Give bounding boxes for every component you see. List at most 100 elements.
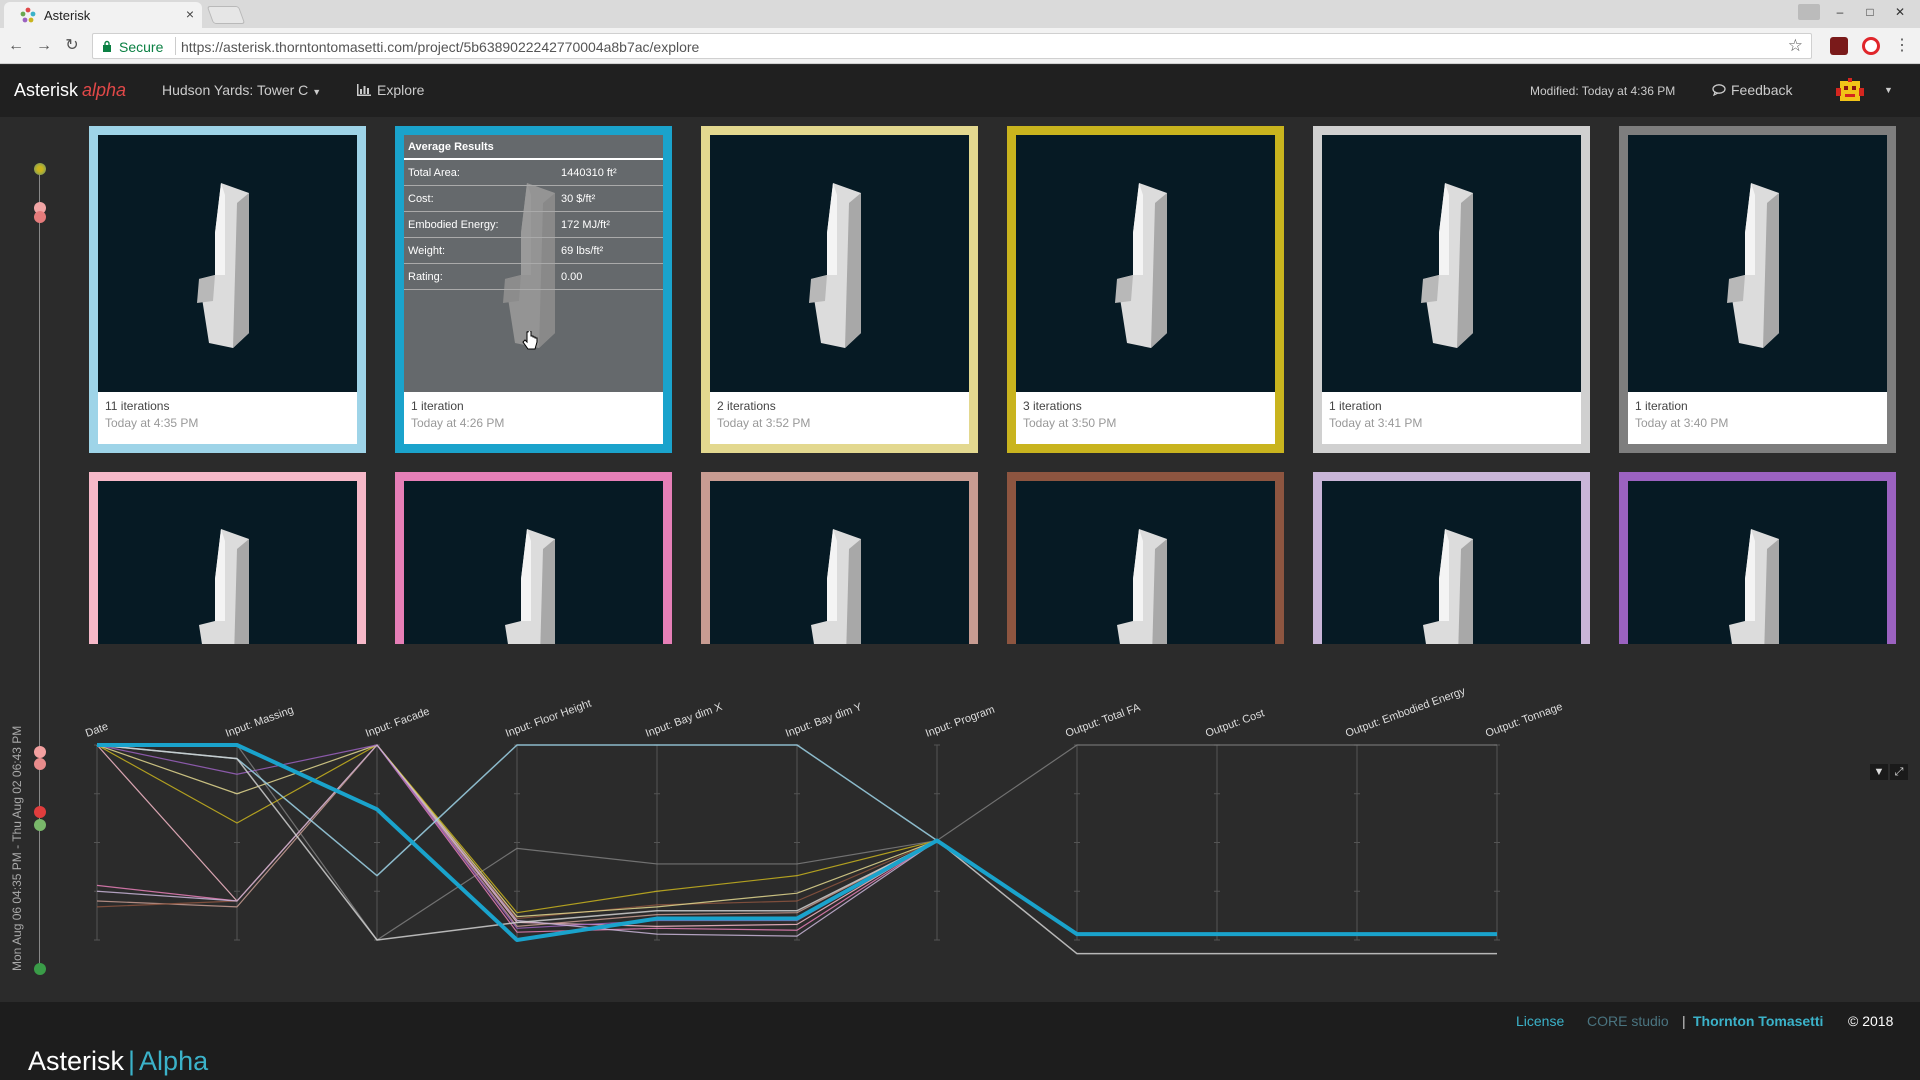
brand-bar: Asterisk | Alpha xyxy=(0,1040,1920,1080)
asterisk-favicon-icon xyxy=(20,7,36,23)
average-results-tooltip: Average Results Total Area: 1440310 ft² … xyxy=(404,135,663,392)
browser-tab[interactable]: Asterisk × xyxy=(4,2,202,28)
timeline-marker[interactable] xyxy=(34,163,46,175)
profile-icon[interactable] xyxy=(1798,4,1820,20)
comment-icon xyxy=(1712,84,1726,96)
result-value: 0.00 xyxy=(561,271,583,283)
design-card[interactable] xyxy=(1313,472,1590,644)
tower-model-icon xyxy=(1117,529,1167,644)
design-card[interactable]: 2 iterations Today at 3:52 PM xyxy=(701,126,978,453)
forward-icon[interactable]: → xyxy=(34,36,54,56)
axis-label: Input: Bay dim X xyxy=(644,701,725,740)
app-header: Asterisk alpha Hudson Yards: Tower C ▼ Exp… xyxy=(0,65,1920,117)
feedback-link[interactable]: Feedback xyxy=(1712,82,1792,98)
maximize-icon[interactable]: □ xyxy=(1860,4,1880,20)
chevron-down-icon: ▼ xyxy=(312,87,322,97)
result-value: 69 lbs/ft² xyxy=(561,245,604,257)
result-row: Total Area: 1440310 ft² xyxy=(404,160,663,186)
building-thumbnail xyxy=(98,481,357,644)
back-icon[interactable]: ← xyxy=(6,36,26,56)
bottom-brand-divider: | xyxy=(128,1046,136,1076)
expand-panel-icon[interactable]: ⤢ xyxy=(1890,764,1908,780)
lock-icon xyxy=(103,40,111,52)
reload-icon[interactable]: ↻ xyxy=(62,36,82,56)
card-date: Today at 3:50 PM xyxy=(1023,416,1117,430)
design-card[interactable]: 1 iteration Today at 3:40 PM xyxy=(1619,126,1896,453)
axis-label: Input: Bay dim Y xyxy=(784,701,864,740)
brand-logo[interactable]: Asterisk alpha xyxy=(14,80,126,101)
design-card[interactable] xyxy=(1007,472,1284,644)
card-meta: 1 iteration Today at 3:40 PM xyxy=(1635,399,1728,430)
tower-model-icon xyxy=(1423,529,1473,644)
tower-model-icon xyxy=(197,183,249,348)
result-row: Weight: 69 lbs/ft² xyxy=(404,238,663,264)
close-window-icon[interactable]: ✕ xyxy=(1890,4,1910,20)
design-card[interactable] xyxy=(395,472,672,644)
tower-model-icon xyxy=(1421,183,1473,348)
brand-alpha: alpha xyxy=(82,80,127,100)
iteration-count: 3 iterations xyxy=(1023,399,1082,413)
axis-label: Input: Program xyxy=(924,704,996,740)
iteration-count: 11 iterations xyxy=(105,399,170,413)
project-dropdown[interactable]: Hudson Yards: Tower C ▼ xyxy=(162,82,321,98)
design-card[interactable]: Average Results Total Area: 1440310 ft² … xyxy=(395,126,672,453)
timeline-marker[interactable] xyxy=(34,806,46,818)
result-label: Rating: xyxy=(408,271,443,283)
footer-divider: | xyxy=(1682,1013,1686,1029)
opera-extension-icon[interactable] xyxy=(1862,37,1880,55)
building-thumbnail xyxy=(1322,135,1581,392)
building-thumbnail xyxy=(1628,481,1887,644)
design-card[interactable]: 11 iterations Today at 4:35 PM xyxy=(89,126,366,453)
iteration-count: 2 iterations xyxy=(717,399,776,413)
modified-timestamp: Modified: Today at 4:36 PM xyxy=(1530,84,1676,98)
result-row: Embodied Energy: 172 MJ/ft² xyxy=(404,212,663,238)
timeline-marker[interactable] xyxy=(34,963,46,975)
address-bar: ← → ↻ Secure https://asterisk.thorntonto… xyxy=(0,28,1920,64)
new-tab-button[interactable] xyxy=(206,6,246,24)
omnibox-divider xyxy=(175,37,176,55)
axis-label: Date xyxy=(84,721,110,740)
timeline-marker[interactable] xyxy=(34,819,46,831)
explore-link[interactable]: Explore xyxy=(357,82,424,98)
building-thumbnail xyxy=(1628,135,1887,392)
building-thumbnail xyxy=(710,135,969,392)
minimize-icon[interactable]: – xyxy=(1830,4,1850,20)
bottom-brand: Asterisk | Alpha xyxy=(28,1046,208,1077)
result-value: 30 $/ft² xyxy=(561,193,596,205)
pdf-extension-icon[interactable] xyxy=(1830,37,1848,55)
card-date: Today at 3:40 PM xyxy=(1635,416,1729,430)
timeline-marker[interactable] xyxy=(34,746,46,758)
thornton-tomasetti-link[interactable]: Thornton Tomasetti xyxy=(1693,1013,1823,1029)
user-menu-chevron-icon[interactable]: ▼ xyxy=(1884,85,1893,95)
iteration-count: 1 iteration xyxy=(1635,399,1688,413)
user-avatar[interactable] xyxy=(1836,78,1864,104)
building-thumbnail xyxy=(404,481,663,644)
card-date: Today at 3:41 PM xyxy=(1329,416,1423,430)
tower-model-icon xyxy=(505,529,555,644)
footer: License CORE studio | Thornton Tomasetti… xyxy=(0,1002,1920,1040)
design-card[interactable] xyxy=(701,472,978,644)
tower-model-icon xyxy=(199,529,249,644)
parallel-coordinates-chart[interactable]: Date Input: Massing Input: Facade Input: Fl… xyxy=(70,663,1890,983)
result-label: Embodied Energy: xyxy=(408,219,499,231)
design-card[interactable]: 3 iterations Today at 3:50 PM xyxy=(1007,126,1284,453)
license-link[interactable]: License xyxy=(1516,1013,1564,1029)
tab-close-icon[interactable]: × xyxy=(186,6,194,22)
bookmark-star-icon[interactable]: ☆ xyxy=(1788,36,1803,56)
timeline-marker[interactable] xyxy=(34,758,46,770)
timeline-axis xyxy=(39,167,40,973)
card-date: Today at 4:26 PM xyxy=(411,416,505,430)
card-meta: 11 iterations Today at 4:35 PM xyxy=(105,399,198,430)
axis-label: Output: Total FA xyxy=(1064,701,1143,739)
core-studio-link[interactable]: CORE studio xyxy=(1587,1013,1669,1029)
result-row: Rating: 0.00 xyxy=(404,264,663,290)
design-card[interactable]: 1 iteration Today at 3:41 PM xyxy=(1313,126,1590,453)
browser-menu-icon[interactable]: ⋮ xyxy=(1892,36,1912,56)
url-input[interactable]: Secure https://asterisk.thorntontomasett… xyxy=(92,33,1812,59)
chart-axis-labels: Date Input: Massing Input: Facade Input: Fl… xyxy=(84,685,1564,740)
feedback-label: Feedback xyxy=(1731,82,1793,98)
timeline-marker[interactable] xyxy=(34,211,46,223)
design-card[interactable] xyxy=(89,472,366,644)
iteration-count: 1 iteration xyxy=(411,399,464,413)
design-card[interactable] xyxy=(1619,472,1896,644)
